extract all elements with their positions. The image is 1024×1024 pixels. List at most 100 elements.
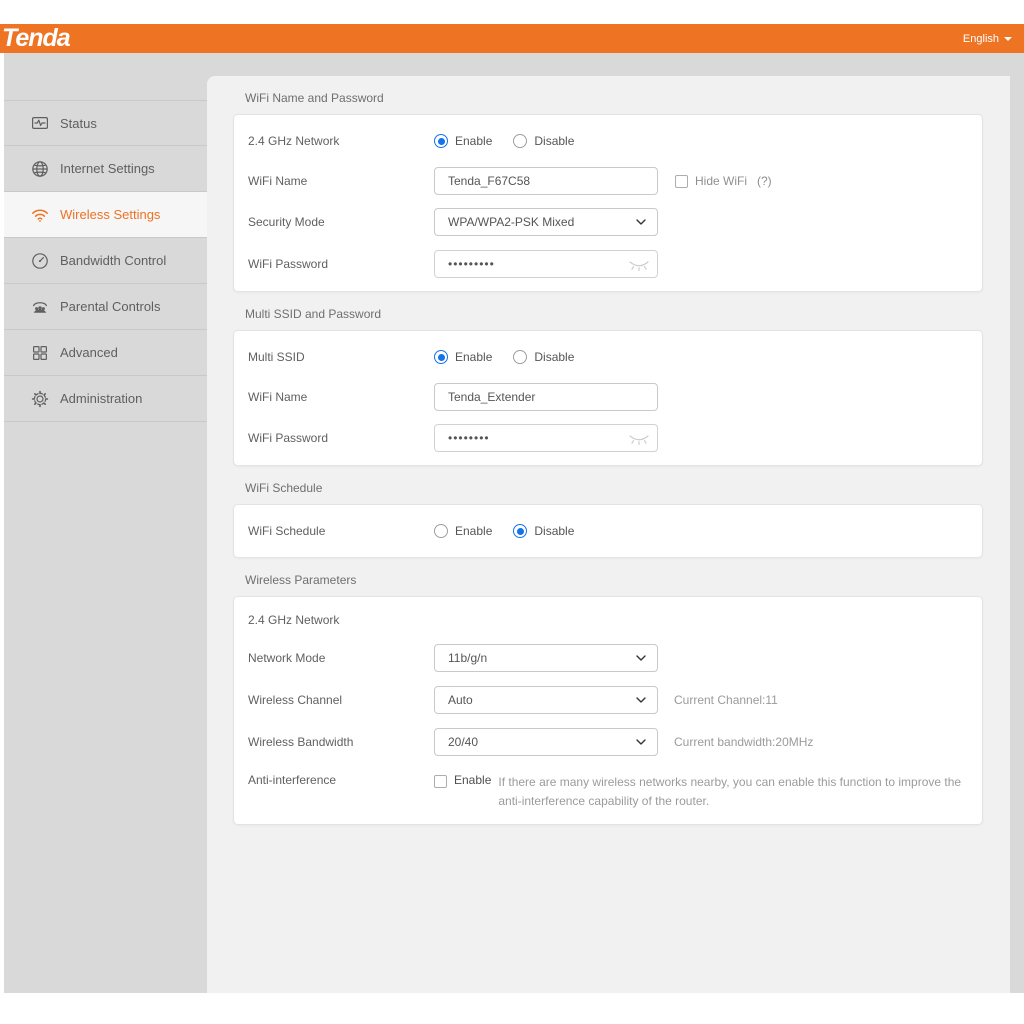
card-wifi-schedule: WiFi Schedule Enable Disable (233, 504, 983, 558)
wireless-settings-panel: WiFi Name and Password 2.4 GHz Network E… (207, 76, 1010, 993)
row-network-mode: Network Mode 11b/g/n (234, 637, 982, 679)
gear-icon (31, 390, 49, 408)
sidebar-item-label: Administration (60, 391, 142, 406)
field-label: Multi SSID (248, 350, 434, 364)
row-wifi-password: WiFi Password (234, 243, 982, 285)
anti-interference-hint: If there are many wireless networks near… (498, 773, 972, 810)
chevron-down-icon (636, 697, 646, 703)
disable-radio-label[interactable]: Disable (534, 524, 574, 538)
chevron-down-icon (636, 655, 646, 661)
field-label: WiFi Password (248, 257, 434, 271)
row-wireless-bandwidth: Wireless Bandwidth 20/40 Current bandwid… (234, 721, 982, 763)
field-label: WiFi Password (248, 431, 434, 445)
row-24ghz-network: 2.4 GHz Network Enable Disable (234, 121, 982, 161)
sidebar-item-status[interactable]: Status (4, 100, 207, 146)
section-title-multi-ssid: Multi SSID and Password (245, 292, 1010, 330)
sidebar: Status Internet Settings (4, 100, 207, 422)
caret-down-icon (1004, 37, 1012, 41)
hide-wifi-label[interactable]: Hide WiFi (695, 174, 747, 188)
row-wifi-name: WiFi Name Hide WiFi (?) (234, 161, 982, 201)
chevron-down-icon (636, 219, 646, 225)
field-label: 2.4 GHz Network (248, 134, 434, 148)
section-title-wifi-name-password: WiFi Name and Password (245, 76, 1010, 114)
wireless-channel-select[interactable]: Auto (434, 686, 658, 714)
language-dropdown[interactable]: English (963, 24, 1012, 53)
sidebar-item-label: Bandwidth Control (60, 253, 166, 268)
enable-radio[interactable] (434, 350, 448, 364)
sidebar-item-advanced[interactable]: Advanced (4, 330, 207, 376)
selected-value: 20/40 (448, 735, 478, 749)
section-title-wifi-schedule: WiFi Schedule (245, 466, 1010, 504)
wifi-name-input[interactable] (434, 167, 658, 195)
disable-radio[interactable] (513, 134, 527, 148)
hide-wifi-checkbox[interactable] (675, 175, 688, 188)
row-wifi-schedule: WiFi Schedule Enable Disable (234, 511, 982, 551)
sidebar-item-label: Internet Settings (60, 161, 155, 176)
globe-icon (31, 160, 49, 178)
row-multi-ssid: Multi SSID Enable Disable (234, 337, 982, 377)
card-wifi-name-password: 2.4 GHz Network Enable Disable WiFi Name… (233, 114, 983, 292)
field-label: WiFi Name (248, 390, 434, 404)
security-mode-select[interactable]: WPA/WPA2-PSK Mixed (434, 208, 658, 236)
current-channel-hint: Current Channel:11 (674, 693, 778, 707)
chevron-down-icon (636, 739, 646, 745)
status-icon (31, 114, 49, 132)
field-label: WiFi Schedule (248, 524, 434, 538)
wireless-bandwidth-select[interactable]: 20/40 (434, 728, 658, 756)
grid-icon (31, 344, 49, 362)
field-label: Wireless Channel (248, 693, 434, 707)
sidebar-item-label: Advanced (60, 345, 118, 360)
hide-wifi-help-link[interactable]: (?) (757, 174, 772, 188)
sidebar-item-internet-settings[interactable]: Internet Settings (4, 146, 207, 192)
gauge-icon (31, 252, 49, 270)
eye-closed-icon[interactable] (628, 259, 650, 275)
sidebar-item-wireless-settings[interactable]: Wireless Settings (4, 192, 207, 238)
page: Tenda English Status (0, 0, 1024, 1024)
row-security-mode: Security Mode WPA/WPA2-PSK Mixed (234, 201, 982, 243)
section-title-wireless-parameters: Wireless Parameters (245, 558, 1010, 596)
selected-value: 11b/g/n (448, 651, 487, 665)
enable-radio-label[interactable]: Enable (455, 134, 492, 148)
field-label: Anti-interference (248, 773, 434, 787)
row-anti-interference: Anti-interference Enable If there are ma… (234, 773, 982, 818)
network-mode-select[interactable]: 11b/g/n (434, 644, 658, 672)
anti-interference-enable-label[interactable]: Enable (454, 773, 491, 787)
anti-interference-checkbox[interactable] (434, 775, 447, 788)
row-multi-wifi-name: WiFi Name (234, 377, 982, 417)
field-label: Security Mode (248, 215, 434, 229)
multi-wifi-password-input[interactable] (434, 424, 658, 452)
sidebar-item-label: Status (60, 116, 97, 131)
selected-value: WPA/WPA2-PSK Mixed (448, 215, 574, 229)
disable-radio-label[interactable]: Disable (534, 134, 574, 148)
multi-wifi-name-input[interactable] (434, 383, 658, 411)
field-label: WiFi Name (248, 174, 434, 188)
card-multi-ssid: Multi SSID Enable Disable WiFi Name WiFi… (233, 330, 983, 466)
sidebar-item-label: Wireless Settings (60, 207, 160, 222)
disable-radio-label[interactable]: Disable (534, 350, 574, 364)
wifi-icon (31, 206, 49, 224)
current-bandwidth-hint: Current bandwidth:20MHz (674, 735, 813, 749)
sidebar-item-parental-controls[interactable]: Parental Controls (4, 284, 207, 330)
disable-radio[interactable] (513, 524, 527, 538)
row-multi-wifi-password: WiFi Password (234, 417, 982, 459)
sidebar-item-administration[interactable]: Administration (4, 376, 207, 422)
enable-radio-label[interactable]: Enable (455, 350, 492, 364)
sidebar-item-bandwidth-control[interactable]: Bandwidth Control (4, 238, 207, 284)
card-wireless-parameters: 2.4 GHz Network Network Mode 11b/g/n Wir… (233, 596, 983, 825)
row-band-heading: 2.4 GHz Network (234, 603, 982, 637)
wifi-password-input[interactable] (434, 250, 658, 278)
sidebar-item-label: Parental Controls (60, 299, 160, 314)
field-label: Wireless Bandwidth (248, 735, 434, 749)
field-label: Network Mode (248, 651, 434, 665)
band-heading: 2.4 GHz Network (248, 613, 339, 627)
header-bar: Tenda English (0, 24, 1024, 53)
family-icon (31, 298, 49, 316)
disable-radio[interactable] (513, 350, 527, 364)
enable-radio-label[interactable]: Enable (455, 524, 492, 538)
enable-radio[interactable] (434, 524, 448, 538)
language-label: English (963, 33, 999, 45)
tenda-logo: Tenda (2, 24, 70, 53)
enable-radio[interactable] (434, 134, 448, 148)
eye-closed-icon[interactable] (628, 433, 650, 449)
selected-value: Auto (448, 693, 473, 707)
